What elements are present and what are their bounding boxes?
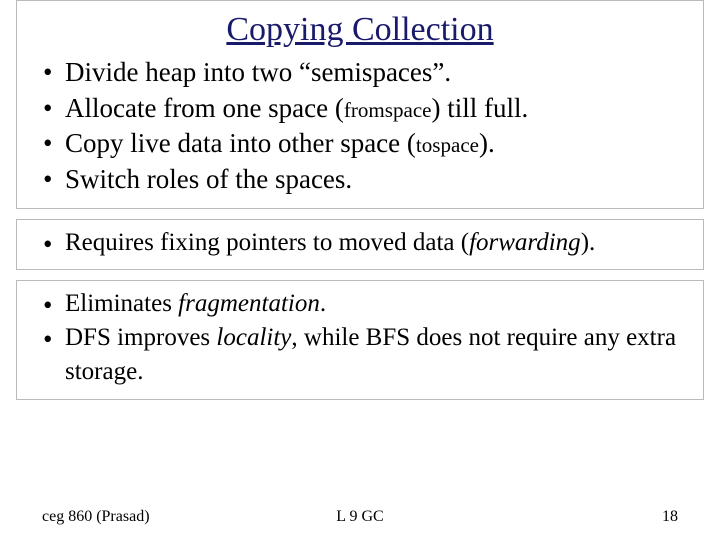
footer: L 9 GC ceg 860 (Prasad) 18 xyxy=(0,508,720,526)
group-forwarding: Requires fixing pointers to moved data (… xyxy=(16,219,704,271)
bullet-text: ) till full. xyxy=(432,93,529,123)
term-forwarding: forwarding xyxy=(469,229,581,256)
bullet-text: DFS improves xyxy=(65,324,216,351)
bullet-list-forwarding: Requires fixing pointers to moved data (… xyxy=(17,226,703,260)
bullet-text: ). xyxy=(479,128,495,158)
bullet-text: Allocate from one space ( xyxy=(65,93,344,123)
bullet-item: Allocate from one space (fromspace) till… xyxy=(43,91,693,127)
bullet-text: Requires fixing pointers to moved data ( xyxy=(65,229,469,256)
term-fragmentation: fragmentation xyxy=(178,290,320,317)
footer-center: L 9 GC xyxy=(0,508,720,526)
bullet-item: Copy live data into other space (tospace… xyxy=(43,126,693,162)
term-fromspace: fromspace xyxy=(344,98,432,122)
bullet-text: ). xyxy=(581,229,596,256)
bullet-item: Requires fixing pointers to moved data (… xyxy=(43,226,693,260)
bullet-list-notes: Eliminates fragmentation. DFS improves l… xyxy=(17,287,703,388)
bullet-item: Eliminates fragmentation. xyxy=(43,287,693,321)
term-tospace: tospace xyxy=(416,133,479,157)
slide-title: Copying Collection xyxy=(17,11,703,49)
group-notes: Eliminates fragmentation. DFS improves l… xyxy=(16,280,704,399)
bullet-text: . xyxy=(320,290,326,317)
bullet-item: Divide heap into two “semispaces”. xyxy=(43,55,693,91)
bullet-text: Eliminates xyxy=(65,290,178,317)
bullet-item: Switch roles of the spaces. xyxy=(43,162,693,198)
bullet-text: Copy live data into other space ( xyxy=(65,128,416,158)
bullet-text: Divide heap into two “semispaces”. xyxy=(65,57,451,87)
bullet-text: Switch roles of the spaces. xyxy=(65,164,352,194)
slide: Copying Collection Divide heap into two … xyxy=(0,0,720,540)
term-locality: locality xyxy=(216,324,291,351)
bullet-list-main: Divide heap into two “semispaces”. Alloc… xyxy=(17,55,703,198)
group-main: Copying Collection Divide heap into two … xyxy=(16,0,704,209)
bullet-item: DFS improves locality, while BFS does no… xyxy=(43,321,693,389)
